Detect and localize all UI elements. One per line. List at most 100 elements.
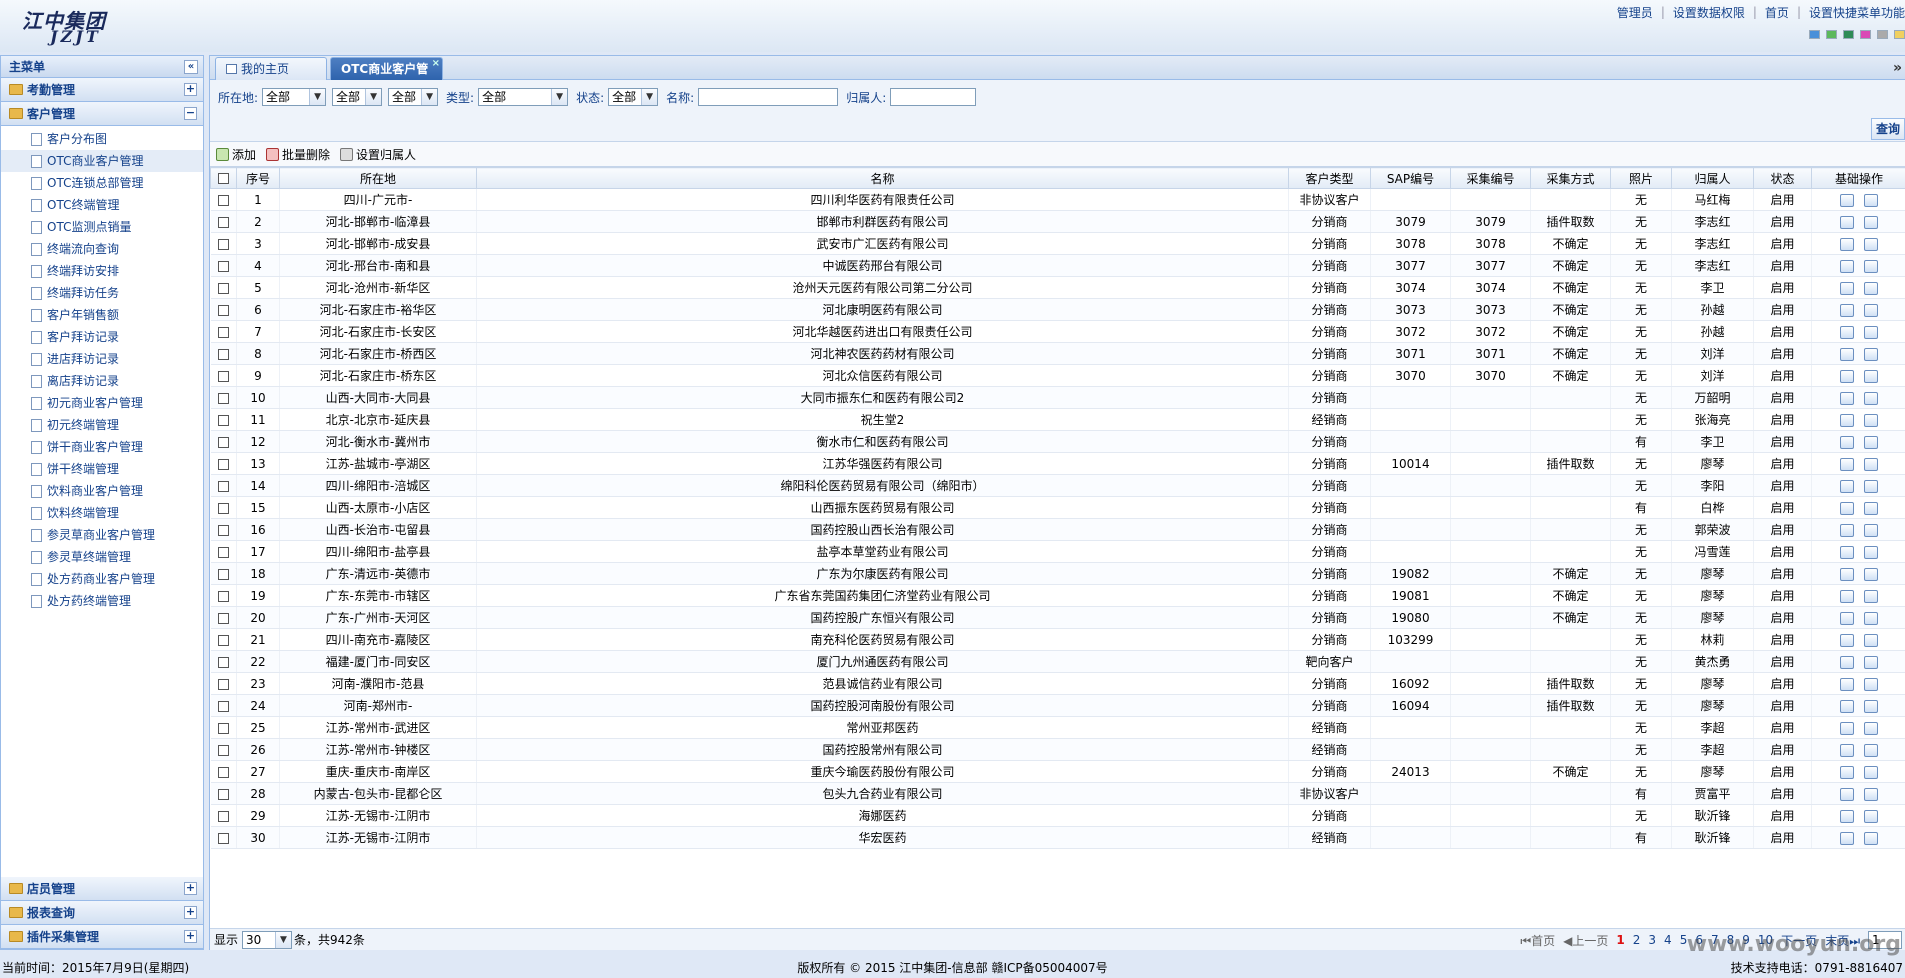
- view-icon[interactable]: [1864, 479, 1878, 493]
- admin-link[interactable]: 管理员: [1617, 4, 1653, 21]
- skin-swatch[interactable]: [1843, 30, 1854, 39]
- collapse-icon[interactable]: −: [184, 107, 197, 120]
- row-checkbox[interactable]: [217, 678, 229, 690]
- sidebar-item[interactable]: OTC连锁总部管理: [1, 172, 203, 194]
- menu-section-0[interactable]: 考勤管理 +: [1, 78, 203, 102]
- edit-icon[interactable]: [1840, 743, 1854, 757]
- table-row[interactable]: 5 河北-沧州市-新华区 沧州天元医药有限公司第二分公司 分销商 3074 3074 不确定…: [210, 276, 1905, 299]
- row-checkbox[interactable]: [217, 788, 229, 800]
- view-icon[interactable]: [1864, 369, 1878, 383]
- sidebar-item[interactable]: 终端流向查询: [1, 238, 203, 260]
- row-checkbox[interactable]: [217, 766, 229, 778]
- page-number-link[interactable]: 4: [1664, 933, 1672, 947]
- select-all-header[interactable]: [210, 167, 237, 189]
- sidebar-item[interactable]: 饼干商业客户管理: [1, 436, 203, 458]
- name-input[interactable]: [698, 88, 839, 106]
- menu-bottom-section-1[interactable]: 报表查询 +: [1, 901, 203, 925]
- view-icon[interactable]: [1864, 633, 1878, 647]
- edit-icon[interactable]: [1840, 523, 1854, 537]
- view-icon[interactable]: [1864, 567, 1878, 581]
- sidebar-item[interactable]: OTC商业客户管理: [1, 150, 203, 172]
- view-icon[interactable]: [1864, 743, 1878, 757]
- set-owner-button[interactable]: 设置归属人: [340, 146, 416, 163]
- edit-icon[interactable]: [1840, 215, 1854, 229]
- row-checkbox[interactable]: [217, 832, 229, 844]
- edit-icon[interactable]: [1840, 655, 1854, 669]
- table-row[interactable]: 23 河南-濮阳市-范县 范县诚信药业有限公司 分销商 16092 插件取数无廖琴 启用: [210, 672, 1905, 695]
- home-link[interactable]: 首页: [1765, 4, 1789, 21]
- city-select[interactable]: 全部 ▼: [332, 88, 383, 106]
- table-row[interactable]: 2 河北-邯郸市-临漳县 邯郸市利群医药有限公司 分销商 3079 3079 插件取数无李志…: [210, 210, 1905, 233]
- sidebar-item[interactable]: 初元商业客户管理: [1, 392, 203, 414]
- view-icon[interactable]: [1864, 215, 1878, 229]
- row-checkbox[interactable]: [217, 590, 229, 602]
- table-row[interactable]: 14 四川-绵阳市-涪城区 绵阳科伦医药贸易有限公司（绵阳市） 分销商 无李阳 启用: [210, 474, 1905, 497]
- edit-icon[interactable]: [1840, 567, 1854, 581]
- view-icon[interactable]: [1864, 765, 1878, 779]
- tab-scroll-button[interactable]: »: [1893, 58, 1905, 78]
- expand-icon[interactable]: +: [184, 882, 197, 895]
- row-checkbox[interactable]: [217, 216, 229, 228]
- view-icon[interactable]: [1864, 721, 1878, 735]
- sidebar-item[interactable]: 终端拜访任务: [1, 282, 203, 304]
- row-checkbox[interactable]: [217, 436, 229, 448]
- edit-icon[interactable]: [1840, 809, 1854, 823]
- table-row[interactable]: 6 河北-石家庄市-裕华区 河北康明医药有限公司 分销商 3073 3073 不确定无孙越启…: [210, 298, 1905, 321]
- sidebar-item[interactable]: OTC监测点销量: [1, 216, 203, 238]
- view-icon[interactable]: [1864, 435, 1878, 449]
- row-checkbox[interactable]: [217, 480, 229, 492]
- row-checkbox[interactable]: [217, 656, 229, 668]
- skin-swatch[interactable]: [1894, 30, 1905, 39]
- edit-icon[interactable]: [1840, 545, 1854, 559]
- edit-icon[interactable]: [1840, 281, 1854, 295]
- view-icon[interactable]: [1864, 831, 1878, 845]
- edit-icon[interactable]: [1840, 325, 1854, 339]
- table-row[interactable]: 1 四川-广元市- 四川利华医药有限责任公司 非协议客户 无马红梅 启用: [210, 188, 1905, 211]
- view-icon[interactable]: [1864, 259, 1878, 273]
- prev-page-link[interactable]: ◀上一页: [1563, 932, 1608, 949]
- edit-icon[interactable]: [1840, 479, 1854, 493]
- edit-icon[interactable]: [1840, 611, 1854, 625]
- table-row[interactable]: 7 河北-石家庄市-长安区 河北华越医药进出口有限责任公司 分销商 3072 3072 不确…: [210, 320, 1905, 343]
- batch-delete-button[interactable]: 批量删除: [266, 146, 330, 163]
- view-icon[interactable]: [1864, 677, 1878, 691]
- view-icon[interactable]: [1864, 347, 1878, 361]
- edit-icon[interactable]: [1840, 633, 1854, 647]
- table-row[interactable]: 30 江苏-无锡市-江阴市 华宏医药 经销商 有耿沂锋 启用: [210, 826, 1905, 849]
- sidebar-item[interactable]: 客户拜访记录: [1, 326, 203, 348]
- edit-icon[interactable]: [1840, 831, 1854, 845]
- skin-swatch[interactable]: [1877, 30, 1888, 39]
- menu-bottom-section-0[interactable]: 店员管理 +: [1, 877, 203, 901]
- table-row[interactable]: 21 四川-南充市-嘉陵区 南充科伦医药贸易有限公司 分销商 103299 无林莉 启用: [210, 628, 1905, 651]
- edit-icon[interactable]: [1840, 435, 1854, 449]
- table-row[interactable]: 18 广东-清远市-英德市 广东为尔康医药有限公司 分销商 19082 不确定无廖琴 启用: [210, 562, 1905, 585]
- row-checkbox[interactable]: [217, 326, 229, 338]
- row-checkbox[interactable]: [217, 722, 229, 734]
- sidebar-item[interactable]: 客户分布图: [1, 128, 203, 150]
- collapse-panel-button[interactable]: «: [184, 60, 198, 74]
- view-icon[interactable]: [1864, 325, 1878, 339]
- expand-icon[interactable]: +: [184, 930, 197, 943]
- tab-otc-customer[interactable]: OTC商业客户管 ×: [330, 57, 443, 80]
- row-checkbox[interactable]: [217, 634, 229, 646]
- edit-icon[interactable]: [1840, 699, 1854, 713]
- close-tab-icon[interactable]: ×: [432, 59, 440, 69]
- expand-icon[interactable]: +: [184, 83, 197, 96]
- data-permission-link[interactable]: 设置数据权限: [1673, 4, 1745, 21]
- table-row[interactable]: 13 江苏-盐城市-亭湖区 江苏华强医药有限公司 分销商 10014 插件取数无廖琴 启用: [210, 452, 1905, 475]
- table-row[interactable]: 19 广东-东莞市-市辖区 广东省东莞国药集团仁济堂药业有限公司 分销商 19081 不确…: [210, 584, 1905, 607]
- province-select[interactable]: 全部 ▼: [262, 88, 327, 106]
- edit-icon[interactable]: [1840, 259, 1854, 273]
- sidebar-item[interactable]: 参灵草终端管理: [1, 546, 203, 568]
- skin-swatch[interactable]: [1860, 30, 1871, 39]
- table-row[interactable]: 11 北京-北京市-延庆县 祝生堂2 经销商 无张海亮 启用: [210, 408, 1905, 431]
- status-select[interactable]: 全部 ▼: [608, 88, 659, 106]
- row-checkbox[interactable]: [217, 282, 229, 294]
- edit-icon[interactable]: [1840, 501, 1854, 515]
- view-icon[interactable]: [1864, 237, 1878, 251]
- view-icon[interactable]: [1864, 413, 1878, 427]
- view-icon[interactable]: [1864, 787, 1878, 801]
- row-checkbox[interactable]: [217, 194, 229, 206]
- edit-icon[interactable]: [1840, 765, 1854, 779]
- view-icon[interactable]: [1864, 545, 1878, 559]
